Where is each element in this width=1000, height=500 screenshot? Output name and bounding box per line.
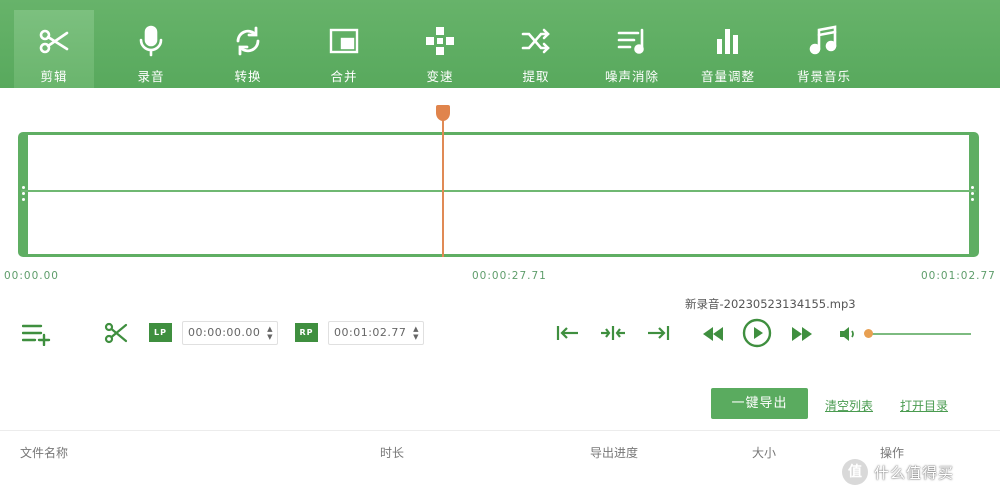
volume-slider[interactable] xyxy=(868,333,971,335)
watermark: 值 什么值得买 xyxy=(842,458,954,486)
watermark-text: 什么值得买 xyxy=(874,463,955,482)
microphone-icon xyxy=(139,25,163,57)
export-button[interactable]: 一键导出 xyxy=(711,388,808,419)
add-list-icon xyxy=(22,324,51,346)
timeline-start-label: 00:00.00 xyxy=(4,270,59,282)
scissors-icon xyxy=(104,322,128,344)
merge-icon xyxy=(329,28,359,54)
shuffle-icon xyxy=(521,28,550,54)
speaker-icon xyxy=(840,327,854,341)
cut-button[interactable] xyxy=(104,321,128,345)
timeline-end-label: 00:01:02.77 xyxy=(921,270,996,282)
rewind-button[interactable] xyxy=(702,327,724,341)
tab-record-label: 录音 xyxy=(137,69,165,84)
play-icon xyxy=(742,318,772,348)
volume-bars-icon xyxy=(717,29,738,54)
tab-volume-adjust[interactable]: 音量调整 xyxy=(688,13,768,88)
set-start-button[interactable] xyxy=(556,324,580,342)
left-grip-icon xyxy=(22,183,26,207)
tab-noise-removal-label: 噪声消除 xyxy=(604,69,659,84)
tab-merge-label: 合并 xyxy=(330,69,358,84)
right-grip-icon xyxy=(971,183,975,207)
column-file-name: 文件名称 xyxy=(20,446,69,460)
column-duration: 时长 xyxy=(380,446,405,460)
lp-time-input[interactable]: 00:00:00.00 ▲ ▼ xyxy=(182,321,278,345)
tab-convert[interactable]: 转换 xyxy=(208,13,288,88)
volume-slider-handle[interactable] xyxy=(864,329,873,338)
tab-background-music-label: 背景音乐 xyxy=(796,69,851,84)
split-center-icon xyxy=(601,326,625,340)
set-middle-button[interactable] xyxy=(600,324,626,342)
jump-end-icon xyxy=(648,326,670,340)
watermark-logo: 值 xyxy=(842,459,868,485)
play-button[interactable] xyxy=(742,318,772,348)
waveform-baseline xyxy=(21,190,976,192)
add-file-button[interactable] xyxy=(22,322,52,346)
rp-time-input[interactable]: 00:01:02.77 ▲ ▼ xyxy=(328,321,424,345)
audio-editor-window: 剪辑 录音 转换 合并 变速 提取 噪声消除 音量调整 背景音乐 00:00.0… xyxy=(0,0,1000,500)
tab-background-music[interactable]: 背景音乐 xyxy=(784,13,864,88)
column-export-progress: 导出进度 xyxy=(590,446,639,460)
top-toolbar: 剪辑 录音 转换 合并 变速 提取 噪声消除 音量调整 背景音乐 xyxy=(0,0,1000,88)
tab-extract[interactable]: 提取 xyxy=(496,13,576,88)
rewind-icon xyxy=(703,327,723,341)
open-directory-link[interactable]: 打开目录 xyxy=(900,397,948,414)
fast-forward-button[interactable] xyxy=(791,327,813,341)
rp-time-value: 00:01:02.77 xyxy=(334,326,407,339)
tab-record[interactable]: 录音 xyxy=(111,13,191,88)
speed-icon xyxy=(426,27,454,55)
tab-speed-label: 变速 xyxy=(426,69,454,84)
column-size: 大小 xyxy=(752,446,777,460)
lp-time-value: 00:00:00.00 xyxy=(188,326,261,339)
playhead-handle[interactable] xyxy=(436,105,450,121)
tab-extract-label: 提取 xyxy=(522,69,550,84)
clear-list-link[interactable]: 清空列表 xyxy=(825,397,873,414)
jump-start-icon xyxy=(556,326,578,340)
fast-forward-icon xyxy=(792,327,812,341)
convert-icon xyxy=(236,26,260,56)
tab-cut[interactable]: 剪辑 xyxy=(14,10,94,88)
timeline-cursor-label: 00:00:27.71 xyxy=(472,270,547,282)
table-header-divider xyxy=(0,430,1000,431)
tab-merge[interactable]: 合并 xyxy=(304,13,384,88)
noise-removal-icon xyxy=(617,28,644,54)
lp-spinner-icon[interactable]: ▲ ▼ xyxy=(267,325,273,341)
set-end-button[interactable] xyxy=(646,324,670,342)
mute-button[interactable] xyxy=(839,326,857,342)
rp-spinner-icon[interactable]: ▲ ▼ xyxy=(413,325,419,341)
waveform-panel[interactable] xyxy=(18,132,979,257)
music-note-icon xyxy=(809,25,837,55)
tab-cut-label: 剪辑 xyxy=(40,69,68,84)
tab-speed[interactable]: 变速 xyxy=(400,13,480,88)
tab-noise-removal[interactable]: 噪声消除 xyxy=(592,13,672,88)
lp-badge: LP xyxy=(149,323,172,342)
tab-volume-adjust-label: 音量调整 xyxy=(700,69,755,84)
current-file-name: 新录音-20230523134155.mp3 xyxy=(685,297,856,311)
scissors-icon xyxy=(39,29,69,54)
playhead-line xyxy=(442,119,444,257)
tab-convert-label: 转换 xyxy=(234,69,262,84)
rp-badge: RP xyxy=(295,323,318,342)
